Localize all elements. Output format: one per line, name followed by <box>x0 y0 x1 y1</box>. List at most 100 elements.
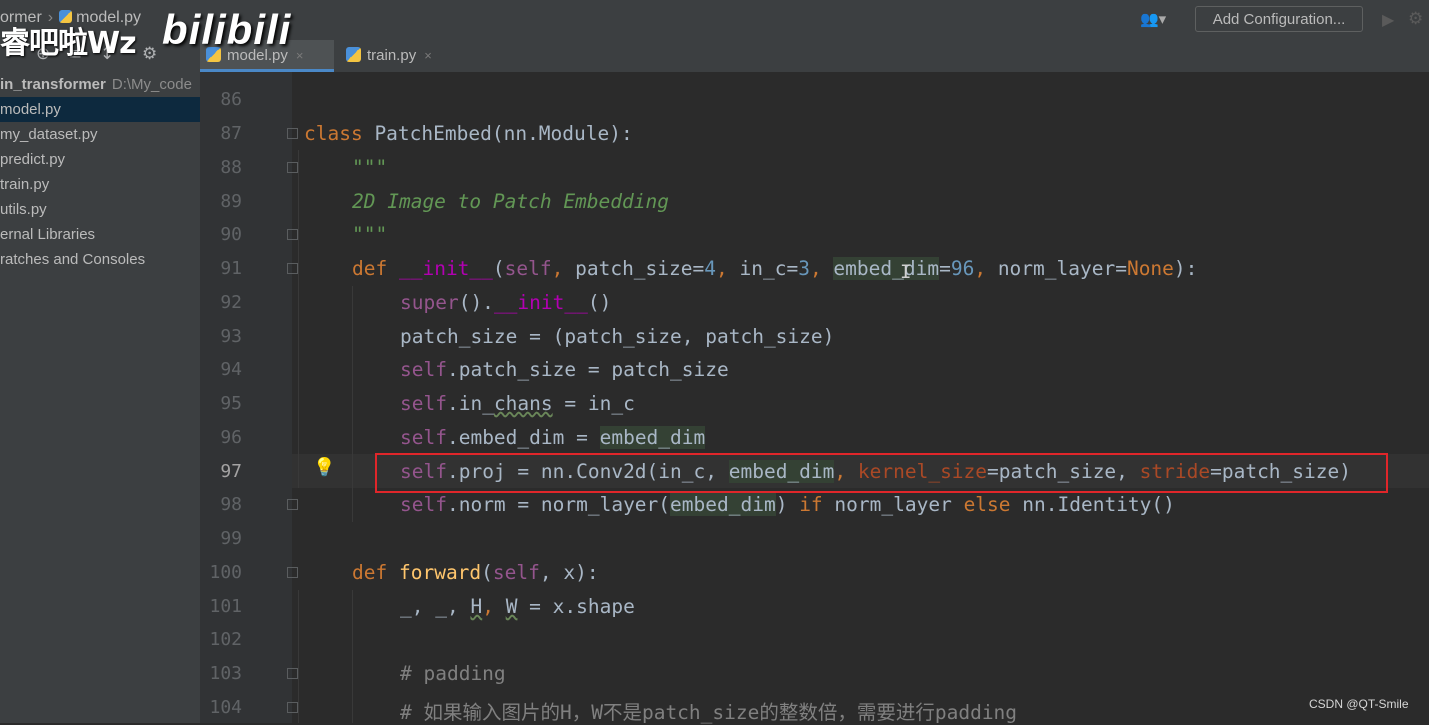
tree-root[interactable]: in_transformer D:\My_code <box>0 72 200 97</box>
indent-guide <box>352 286 353 522</box>
fold-marker[interactable] <box>287 668 298 679</box>
dunder-method: __init__ <box>493 291 588 314</box>
tree-root-label: in_transformer <box>0 76 106 93</box>
self-keyword: self <box>400 493 447 516</box>
fold-marker[interactable] <box>287 567 298 578</box>
number: 3 <box>798 257 810 280</box>
fold-marker[interactable] <box>287 162 298 173</box>
line-number: 86 <box>220 89 242 110</box>
self-keyword: self <box>400 426 447 449</box>
tree-item-predict[interactable]: predict.py <box>0 147 200 172</box>
comma: , <box>716 257 740 280</box>
code-text: = x.shape <box>517 595 635 618</box>
self-keyword: self <box>504 257 552 280</box>
self-keyword: self <box>400 392 447 415</box>
user-group-icon[interactable]: 👥▾ <box>1140 10 1166 28</box>
text-cursor-icon: I <box>900 261 912 283</box>
tab-label: train.py <box>367 47 417 64</box>
line-number-current: 97 <box>220 461 242 482</box>
usage-highlight: embed_dim <box>599 426 706 449</box>
close-icon[interactable]: × <box>424 48 432 63</box>
line-number: 94 <box>220 359 242 380</box>
code-line-100: def forward(self, x): <box>352 561 599 584</box>
line-number: 88 <box>220 157 242 178</box>
docstring: """ <box>352 156 388 179</box>
fold-marker[interactable] <box>287 128 298 139</box>
code-text: () <box>587 291 612 314</box>
tree-item-utils[interactable]: utils.py <box>0 197 200 222</box>
keyword: class <box>304 122 363 145</box>
line-number: 100 <box>209 562 242 583</box>
close-icon[interactable]: × <box>296 48 304 63</box>
line-number: 104 <box>209 697 242 718</box>
indent-guide <box>298 150 299 488</box>
editor-tab-bar: model.py × train.py × <box>200 40 1429 73</box>
code-line-94: self.patch_size = patch_size <box>400 358 729 381</box>
line-number: 93 <box>220 326 242 347</box>
indent-guide <box>298 590 299 723</box>
code-text: (). <box>458 291 494 314</box>
line-number: 96 <box>220 427 242 448</box>
tab-train-py[interactable]: train.py × <box>340 40 450 72</box>
tree-item-model[interactable]: model.py <box>0 97 200 122</box>
keyword: def <box>352 561 388 584</box>
line-number: 90 <box>220 224 242 245</box>
comma: , <box>482 595 506 618</box>
docstring: 2D Image to Patch Embedding <box>352 190 669 213</box>
code-text: .patch_size = patch_size <box>446 358 729 381</box>
bug-icon[interactable]: ⚙ <box>1408 9 1423 29</box>
code-text: ): <box>1173 257 1198 280</box>
code-text: PatchEmbed(nn.Module): <box>362 122 633 145</box>
lightbulb-icon[interactable]: 💡 <box>313 457 335 478</box>
fold-marker[interactable] <box>287 499 298 510</box>
code-line-90: """ <box>352 223 387 246</box>
indent-guide <box>352 590 353 723</box>
code-text: ( <box>492 257 505 280</box>
tree-item-my-dataset[interactable]: my_dataset.py <box>0 122 200 147</box>
code-text: patch_size = (patch_size, patch_size) <box>400 325 835 348</box>
add-configuration-button[interactable]: Add Configuration... <box>1195 6 1363 32</box>
fold-marker[interactable] <box>287 702 298 713</box>
fold-marker[interactable] <box>287 229 298 240</box>
code-text: = in_c <box>552 392 635 415</box>
code-line-87: class PatchEmbed(nn.Module): <box>304 122 633 145</box>
uploader-watermark: 睿吧啦Wz <box>0 26 137 61</box>
code-text: .in_ <box>446 392 494 415</box>
tree-item-train[interactable]: train.py <box>0 172 200 197</box>
line-number: 102 <box>209 629 242 650</box>
param: norm_layer= <box>997 257 1127 280</box>
self-keyword: self <box>400 358 447 381</box>
csdn-watermark: CSDN @QT-Smile <box>1309 697 1409 711</box>
play-icon[interactable]: ▶ <box>1382 10 1394 29</box>
code-line-101: _, _, H, W = x.shape <box>400 595 635 618</box>
bilibili-logo: bilibili <box>162 6 292 53</box>
comma: , <box>974 257 998 280</box>
keyword: else <box>963 493 1011 516</box>
typo-warning: chans <box>493 392 553 415</box>
code-line-103: # padding <box>400 662 506 685</box>
naming-warning: W <box>505 595 518 618</box>
line-number: 103 <box>209 663 242 684</box>
red-annotation-box <box>375 453 1388 493</box>
code-line-95: self.in_chans = in_c <box>400 392 635 415</box>
number: 4 <box>704 257 716 280</box>
code-text: , x): <box>539 561 599 584</box>
tree-item-scratches[interactable]: ratches and Consoles <box>0 247 200 272</box>
naming-warning: H <box>470 595 483 618</box>
code-text: .embed_dim = <box>446 426 600 449</box>
tree-item-external-libraries[interactable]: ernal Libraries <box>0 222 200 247</box>
code-text: norm_layer <box>822 493 964 516</box>
line-number: 101 <box>209 596 242 617</box>
comment: # padding <box>400 662 506 685</box>
keyword: def <box>352 257 388 280</box>
comma: , <box>551 257 576 280</box>
code-line-98: self.norm = norm_layer(embed_dim) if nor… <box>400 493 1175 516</box>
code-line-91: def __init__(self, patch_size=4, in_c=3,… <box>352 257 1197 280</box>
self-keyword: self <box>492 561 540 584</box>
code-line-89: 2D Image to Patch Embedding <box>352 190 669 213</box>
fold-marker[interactable] <box>287 263 298 274</box>
code-line-93: patch_size = (patch_size, patch_size) <box>400 325 834 348</box>
comment: # 如果输入图片的H，W不是patch_size的整数倍，需要进行padding <box>400 701 1018 724</box>
gear-icon[interactable]: ⚙ <box>142 44 157 64</box>
code-text: = <box>939 257 951 280</box>
